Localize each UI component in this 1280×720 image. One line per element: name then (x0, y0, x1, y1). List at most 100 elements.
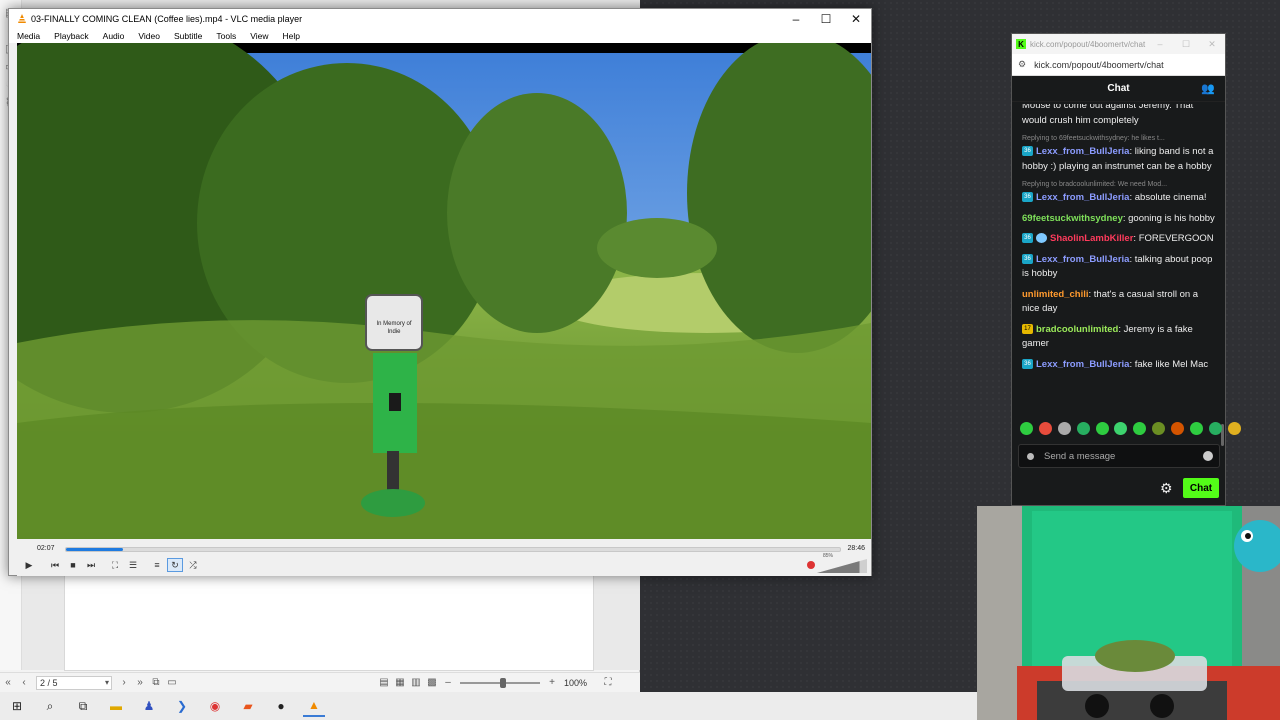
emote-icon[interactable] (1171, 422, 1185, 435)
chat-close-button[interactable]: ✕ (1199, 39, 1225, 50)
send-chat-button[interactable]: Chat (1183, 478, 1219, 498)
site-info-icon[interactable]: ⚙ (1018, 59, 1026, 70)
vlc-icon[interactable]: ▲ (303, 695, 325, 717)
menu-video[interactable]: Video (138, 31, 160, 41)
mute-icon[interactable] (807, 561, 815, 569)
chat-username[interactable]: Lexx_from_BullJeria (1036, 146, 1129, 157)
first-page-button[interactable]: « (0, 677, 16, 688)
shuffle-icon[interactable]: ⤮ (185, 558, 201, 572)
maximize-button[interactable]: ☐ (811, 9, 841, 29)
emote-icon[interactable] (1227, 422, 1241, 435)
zoom-slider[interactable] (460, 677, 540, 688)
user-list-icon[interactable]: 👥 (1201, 82, 1215, 95)
next-page-button[interactable]: › (116, 677, 132, 688)
page-icon[interactable]: ▭ (164, 677, 180, 688)
zoom-in-button[interactable]: + (544, 677, 560, 688)
previous-icon[interactable]: ⏮ (47, 558, 63, 572)
chat-message-text: fake like Mel Mac (1134, 358, 1209, 370)
prev-page-button[interactable]: ‹ (16, 677, 32, 688)
video-frame[interactable]: In Memory of Indie (17, 43, 871, 539)
extended-settings-icon[interactable]: ☰ (125, 558, 141, 572)
task-view-icon[interactable]: ⧉ (72, 695, 94, 717)
last-page-button[interactable]: » (132, 677, 148, 688)
zoom-out-button[interactable]: – (440, 677, 456, 688)
subscriber-badge-icon: 36 (1022, 358, 1033, 369)
next-icon[interactable]: ⏭ (83, 558, 99, 572)
start-icon[interactable]: ⊞ (6, 695, 28, 717)
chat-message[interactable]: 36 Lexx_from_BullJeria: fake like Mel Mac (1022, 358, 1217, 373)
vlc-menubar: Media Playback Audio Video Subtitle Tool… (9, 29, 871, 43)
grid-view-icon[interactable]: ▩ (424, 677, 440, 688)
emote-icon[interactable] (1152, 422, 1166, 435)
pdf-icon[interactable]: ▰ (237, 695, 259, 717)
chrome-icon[interactable]: ◉ (204, 695, 226, 717)
menu-playback[interactable]: Playback (54, 31, 89, 41)
chat-message[interactable]: Replying to 69feetsuckwithsydney: he lik… (1022, 134, 1217, 174)
chat-message-input[interactable]: Send a message (1018, 444, 1220, 468)
reply-context[interactable]: Replying to 69feetsuckwithsydney: he lik… (1022, 134, 1217, 144)
chat-popout-window: K kick.com/popout/4boomertv/chat – ☐ ✕ ⚙… (1011, 33, 1241, 506)
chat-message[interactable]: Replying to bradcoolunlimited: We need M… (1022, 180, 1217, 206)
file-explorer-icon[interactable]: ▬ (105, 695, 127, 717)
loop-icon[interactable]: ↻ (167, 558, 183, 572)
menu-view[interactable]: View (250, 31, 268, 41)
chat-username[interactable]: 69feetsuckwithsydney (1022, 213, 1123, 224)
zoom-level[interactable]: 100% (560, 676, 600, 690)
vlc-titlebar[interactable]: 03-FINALLY COMING CLEAN (Coffee lies).mp… (9, 9, 871, 29)
copy-page-icon[interactable]: ⧉ (148, 677, 164, 688)
chat-message[interactable]: 69feetsuckwithsydney: gooning is his hob… (1022, 212, 1217, 227)
emote-icon[interactable] (1076, 422, 1090, 435)
emoji-icon[interactable] (1203, 451, 1213, 461)
chat-message[interactable]: 36 ShaolinLambKiller: FOREVERGOON (1022, 232, 1217, 247)
chat-message[interactable]: 36 Lexx_from_BullJeria: talking about poo… (1022, 253, 1217, 282)
chat-minimize-button[interactable]: – (1147, 39, 1173, 49)
chat-username[interactable]: bradcoolunlimited (1036, 324, 1118, 335)
menu-help[interactable]: Help (282, 31, 299, 41)
obs-icon[interactable]: ● (270, 695, 292, 717)
emote-icon[interactable] (1095, 422, 1109, 435)
reply-context[interactable]: Replying to bradcoolunlimited: We need M… (1022, 180, 1217, 190)
powershell-icon[interactable]: ❯ (171, 695, 193, 717)
fullscreen-icon[interactable]: ⛶ (107, 558, 123, 572)
emote-icon[interactable] (1208, 422, 1222, 435)
chat-message[interactable]: Mouse to come out against Jeremy. That w… (1022, 104, 1217, 128)
play-button[interactable]: ▶ (21, 558, 37, 572)
playlist-icon[interactable]: ≡ (149, 558, 165, 572)
emote-icon[interactable] (1133, 422, 1147, 435)
chat-username[interactable]: Lexx_from_BullJeria (1036, 254, 1129, 265)
menu-audio[interactable]: Audio (103, 31, 125, 41)
chat-message[interactable]: 17 bradcoolunlimited: Jeremy is a fake ga… (1022, 323, 1217, 352)
two-page-view-icon[interactable]: ▥ (408, 677, 424, 688)
continuous-view-icon[interactable]: ▦ (392, 677, 408, 688)
url-bar[interactable]: ⚙ kick.com/popout/4boomertv/chat (1012, 54, 1225, 76)
chat-message[interactable]: unlimited_chili: that's a casual stroll … (1022, 288, 1217, 317)
chat-username[interactable]: ShaolinLambKiller (1050, 233, 1133, 244)
search-icon[interactable]: ⌕ (39, 695, 61, 717)
minimize-button[interactable]: – (781, 9, 811, 29)
page-number-field[interactable]: 2 / 5 (36, 675, 112, 690)
menu-tools[interactable]: Tools (216, 31, 236, 41)
chat-maximize-button[interactable]: ☐ (1173, 39, 1199, 50)
menu-subtitle[interactable]: Subtitle (174, 31, 202, 41)
menu-media[interactable]: Media (17, 31, 40, 41)
emote-icon[interactable] (1020, 422, 1033, 435)
chat-identity-icon[interactable] (1027, 452, 1034, 460)
volume-slider[interactable] (817, 559, 867, 573)
close-button[interactable]: ✕ (841, 9, 871, 29)
emote-icon[interactable] (1038, 422, 1052, 435)
stop-icon[interactable]: ■ (65, 558, 81, 572)
gear-icon[interactable]: ⚙ (1160, 480, 1173, 497)
seek-bar[interactable] (65, 547, 841, 552)
chat-message-list[interactable]: Mouse to come out against Jeremy. That w… (1012, 104, 1225, 449)
chat-username[interactable]: Lexx_from_BullJeria (1036, 359, 1129, 370)
emote-icon[interactable] (1057, 422, 1071, 435)
chat-username[interactable]: unlimited_chili (1022, 289, 1089, 300)
single-page-view-icon[interactable]: ▤ (376, 677, 392, 688)
emote-icon[interactable] (1114, 422, 1128, 435)
zoom-slider-knob[interactable] (500, 677, 506, 688)
chat-username[interactable]: Lexx_from_BullJeria (1036, 192, 1129, 203)
emote-icon[interactable] (1190, 422, 1204, 435)
app-icon[interactable]: ♟ (138, 695, 160, 717)
fit-page-icon[interactable]: ⛶ (600, 677, 616, 688)
chat-titlebar[interactable]: K kick.com/popout/4boomertv/chat – ☐ ✕ (1012, 34, 1225, 54)
